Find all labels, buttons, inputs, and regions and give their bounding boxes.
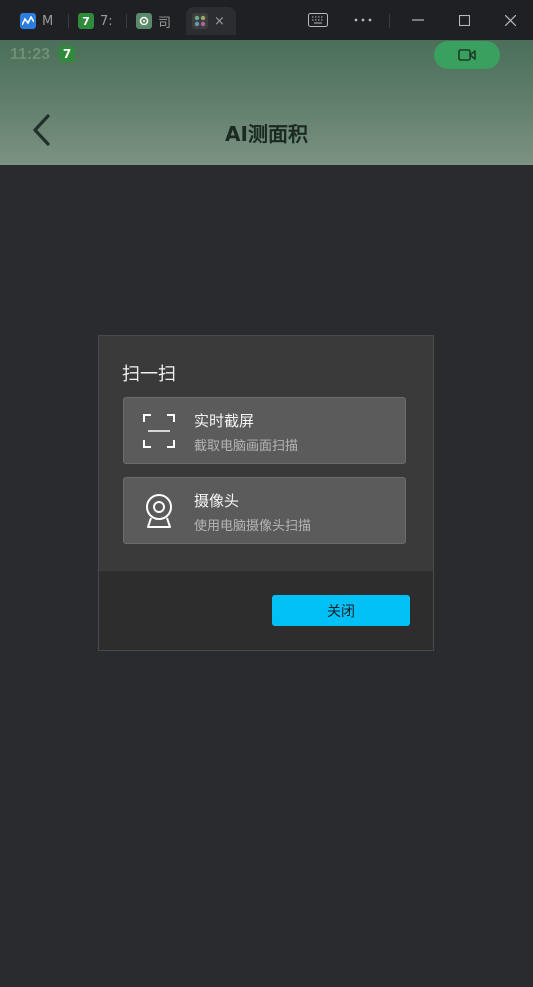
app-header: 11:23 7 AI测面积: [0, 40, 533, 165]
tab-divider: [68, 14, 69, 28]
status-badge: 7: [59, 46, 75, 62]
window-tab-bar: M 7 7: 司 ×: [0, 0, 533, 40]
option-name: 摄像头: [194, 492, 240, 510]
tab-label: 司: [158, 15, 172, 31]
option-webcam[interactable]: 摄像头 使用电脑摄像头扫描: [123, 477, 406, 544]
more-icon[interactable]: [352, 0, 374, 40]
dialog-title: 扫一扫: [122, 364, 176, 385]
video-camera-icon: [458, 49, 476, 61]
option-name: 实时截屏: [194, 412, 255, 430]
tab-active[interactable]: ×: [186, 7, 236, 35]
tab-divider: [389, 14, 390, 28]
tab-settings[interactable]: 司: [130, 7, 177, 35]
option-desc: 使用电脑摄像头扫描: [194, 519, 312, 534]
tab-m[interactable]: M: [14, 7, 59, 35]
minimize-icon[interactable]: [408, 0, 428, 40]
grid-app-icon: [192, 13, 208, 29]
status-time: 11:23: [10, 46, 51, 63]
tab-label: 7:: [100, 13, 113, 29]
gear-app-icon: [136, 13, 152, 29]
webcam-icon: [142, 493, 176, 529]
chart-app-icon: [20, 13, 36, 29]
tab-close-icon[interactable]: ×: [214, 14, 225, 29]
dialog-body: 扫一扫 实时截屏 截取电脑画面扫描 摄像头 使用电脑摄像头扫描: [99, 336, 433, 571]
tab-7[interactable]: 7 7:: [72, 7, 119, 35]
close-button[interactable]: 关闭: [272, 595, 410, 626]
option-desc: 截取电脑画面扫描: [194, 439, 299, 454]
page-title: AI测面积: [225, 122, 308, 146]
record-button[interactable]: [434, 41, 500, 69]
seven-app-icon: 7: [78, 13, 94, 29]
scan-dialog: 扫一扫 实时截屏 截取电脑画面扫描 摄像头 使用电脑摄像头扫描 关闭: [98, 335, 434, 651]
dialog-footer: 关闭: [99, 571, 433, 650]
tab-label: M: [42, 13, 54, 29]
close-window-icon[interactable]: [500, 0, 520, 40]
option-screen-capture[interactable]: 实时截屏 截取电脑画面扫描: [123, 397, 406, 464]
keyboard-icon[interactable]: [304, 0, 332, 40]
tab-divider: [126, 14, 127, 28]
maximize-icon[interactable]: [454, 0, 474, 40]
screen-capture-icon: [142, 413, 176, 449]
